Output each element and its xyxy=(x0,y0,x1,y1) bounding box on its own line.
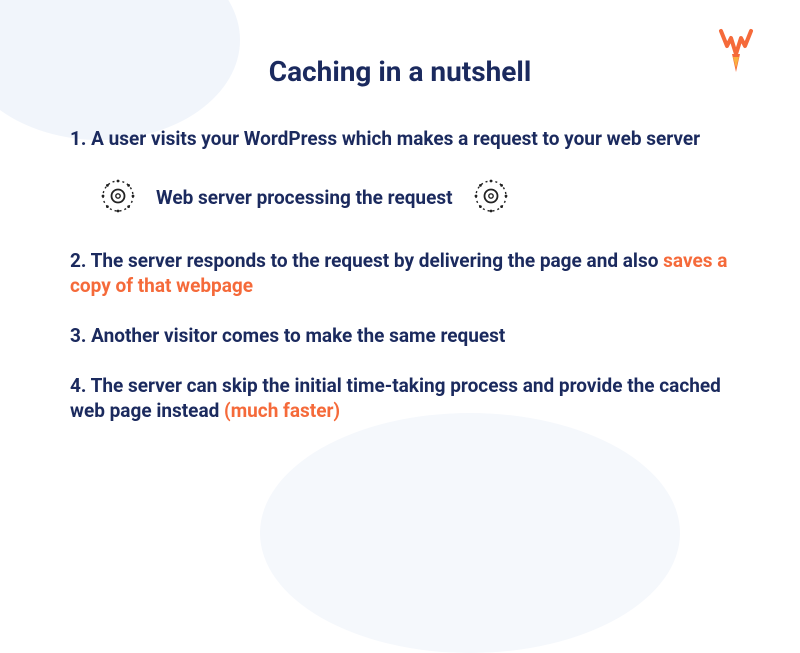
step-4: 4. The server can skip the initial time-… xyxy=(70,373,730,424)
processing-label: Web server processing the request xyxy=(156,186,453,209)
step-4-text: 4. The server can skip the initial time-… xyxy=(70,374,721,423)
step-3: 3. Another visitor comes to make the sam… xyxy=(70,323,730,349)
gear-icon xyxy=(98,176,138,220)
wp-rocket-logo xyxy=(718,28,754,78)
content-container: Caching in a nutshell 1. A user visits y… xyxy=(0,0,800,488)
step-2-text: 2. The server responds to the request by… xyxy=(70,249,663,272)
processing-row: Web server processing the request xyxy=(98,176,730,220)
step-1: 1. A user visits your WordPress which ma… xyxy=(70,126,730,152)
page-title: Caching in a nutshell xyxy=(70,55,730,88)
step-4-highlight: (much faster) xyxy=(224,399,340,422)
step-2: 2. The server responds to the request by… xyxy=(70,248,730,299)
gear-icon xyxy=(471,176,511,220)
